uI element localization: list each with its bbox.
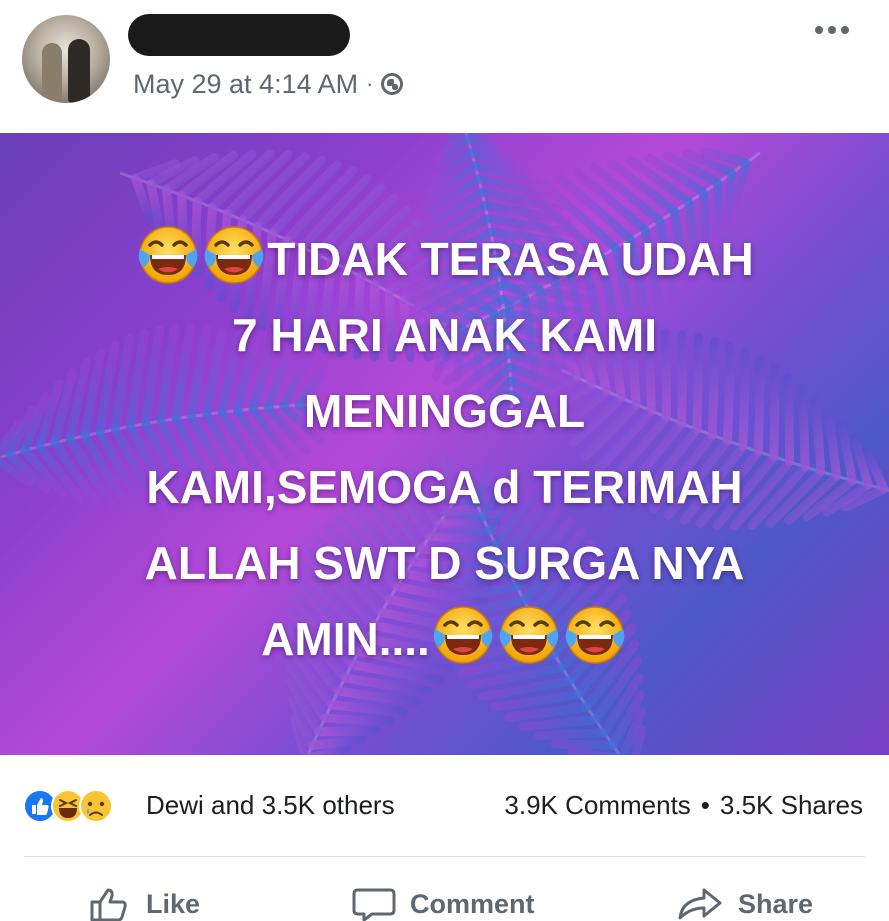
- caption-text: AMIN....: [261, 613, 430, 665]
- caption-line-5: ALLAH SWT D SURGA NYA: [144, 537, 745, 589]
- post-caption: TIDAK TERASA UDAH 7 HARI ANAK KAMI MENIN…: [0, 221, 889, 677]
- share-label: Share: [738, 888, 814, 919]
- redacted-author-name: [128, 14, 350, 56]
- divider: [24, 856, 865, 857]
- caption-line-2: 7 HARI ANAK KAMI: [231, 309, 658, 361]
- engagement-counts: 3.9K Comments • 3.5K Shares: [504, 790, 863, 821]
- comments-count[interactable]: 3.9K Comments: [504, 790, 690, 821]
- avatar[interactable]: [22, 15, 110, 103]
- avatar-figure: [42, 43, 62, 103]
- action-bar: Like Comment Share: [0, 880, 889, 921]
- post-meta: May 29 at 4:14 AM ·: [133, 64, 404, 104]
- comment-button[interactable]: Comment: [352, 886, 535, 921]
- more-dot: [841, 26, 849, 34]
- like-button[interactable]: Like: [88, 886, 200, 921]
- more-options-icon[interactable]: [815, 26, 849, 34]
- thumbs-up-icon: [90, 888, 127, 921]
- facebook-post: May 29 at 4:14 AM · TIDAK TERASA UDAH 7 …: [0, 0, 889, 921]
- comment-label: Comment: [410, 888, 535, 919]
- reaction-names[interactable]: Dewi and 3.5K others: [146, 790, 395, 821]
- caption-line-4: KAMI,SEMOGA d TERIMAH: [146, 461, 743, 513]
- caption-line-6: AMIN....: [0, 601, 889, 677]
- caption-line-3: MENINGGAL: [303, 385, 586, 437]
- share-button[interactable]: Share: [676, 886, 813, 921]
- reactions-bar: Dewi and 3.5K others 3.9K Comments • 3.5…: [0, 780, 889, 830]
- caption-text: TIDAK TERASA UDAH: [267, 233, 754, 285]
- more-dot: [828, 26, 836, 34]
- like-label: Like: [146, 888, 201, 919]
- shares-count[interactable]: 3.5K Shares: [720, 790, 863, 821]
- avatar-figure: [68, 39, 90, 103]
- globe-icon: [381, 73, 404, 95]
- post-timestamp[interactable]: May 29 at 4:14 AM: [133, 69, 358, 100]
- face-with-tears-of-joy-icon: [497, 603, 561, 667]
- comment-icon: [352, 888, 396, 921]
- face-with-tears-of-joy-icon: [202, 223, 266, 287]
- meta-separator: ·: [366, 71, 374, 96]
- post-image[interactable]: TIDAK TERASA UDAH 7 HARI ANAK KAMI MENIN…: [0, 133, 889, 755]
- more-dot: [815, 26, 823, 34]
- caption-line-1: TIDAK TERASA UDAH: [0, 221, 889, 297]
- share-arrow-icon: [678, 888, 722, 920]
- stats-separator: •: [700, 789, 710, 820]
- reaction-icons[interactable]: [22, 788, 132, 824]
- face-with-tears-of-joy-icon: [136, 223, 200, 287]
- face-with-tears-of-joy-icon: [431, 603, 495, 667]
- sad-reaction-icon: [79, 789, 113, 823]
- face-with-tears-of-joy-icon: [563, 603, 627, 667]
